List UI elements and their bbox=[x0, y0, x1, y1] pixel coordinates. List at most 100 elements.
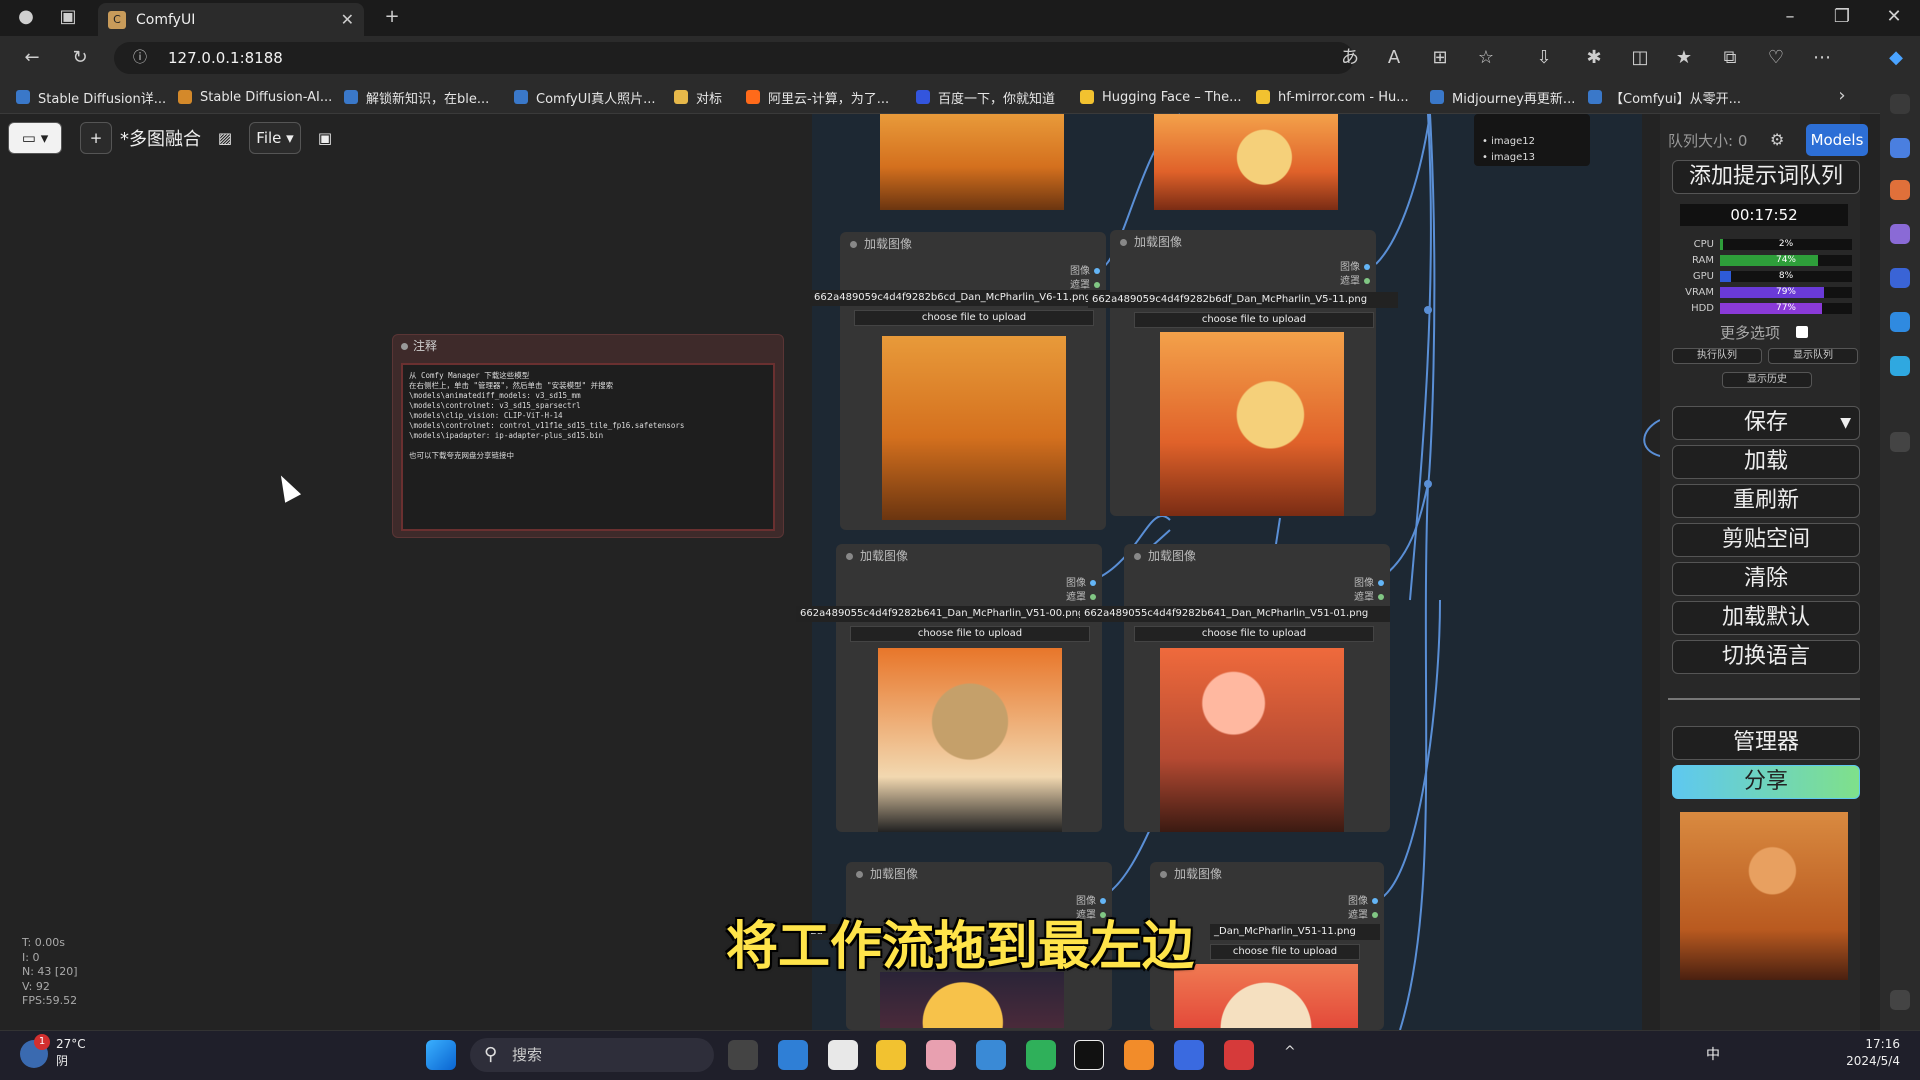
clear-button[interactable]: 清除 bbox=[1672, 562, 1860, 596]
taskbar bbox=[0, 1030, 1920, 1080]
new-workflow-button[interactable]: + bbox=[80, 122, 112, 154]
image-filename-widget[interactable]: 662a489055c4d4f9282b641_Dan_McPharlin_V5… bbox=[796, 606, 1106, 622]
file-explorer-icon[interactable] bbox=[876, 1040, 906, 1070]
load-default-button[interactable]: 加载默认 bbox=[1672, 601, 1860, 635]
list-item[interactable]: • image13 bbox=[1482, 150, 1590, 166]
app-icon[interactable] bbox=[976, 1040, 1006, 1070]
show-queue-button[interactable]: 显示队列 bbox=[1768, 348, 1858, 364]
switch-language-button[interactable]: 切换语言 bbox=[1672, 640, 1860, 674]
notification-badge: 1 bbox=[34, 1034, 50, 1050]
comfy-menubar: ▭ ▾ + *多图融合 ▨ File ▾ ▣ bbox=[8, 122, 341, 154]
upload-button[interactable]: choose file to upload bbox=[854, 310, 1094, 326]
queue-prompt-button[interactable]: 添加提示词队列 bbox=[1672, 160, 1860, 194]
more-options-label: 更多选项 bbox=[1720, 324, 1781, 342]
workflow-title: *多图融合 bbox=[120, 129, 201, 150]
load-image-node[interactable]: 加载图像 图像 遮罩 662a489055c4d4f9282b641_Dan_M… bbox=[796, 544, 1106, 832]
upload-button[interactable]: choose file to upload bbox=[1134, 626, 1374, 642]
monitor-bar: 74% bbox=[1720, 254, 1852, 266]
add-icon[interactable] bbox=[1890, 432, 1910, 452]
canvas-stats: T: 0.00s I: 0 N: 43 [20] V: 92 FPS:59.52 bbox=[22, 936, 78, 1007]
load-image-node[interactable]: 加载图像 图像 遮罩 662a489055c4d4f9282b641_Dan_M… bbox=[1080, 544, 1390, 832]
image-filename-widget[interactable]: 662a489055c4d4f9282b641_Dan_McPharlin_V5… bbox=[1080, 606, 1390, 622]
capcut-icon[interactable] bbox=[1074, 1040, 1104, 1070]
show-history-button[interactable]: 显示历史 bbox=[1722, 372, 1812, 388]
manager-button[interactable]: 管理器 bbox=[1672, 726, 1860, 760]
monitor-hdd: HDD 77% bbox=[1680, 302, 1852, 314]
load-button[interactable]: 加载 bbox=[1672, 445, 1860, 479]
node-title: 加载图像 bbox=[840, 232, 1106, 256]
image-filename-widget[interactable]: 662a489059c4d4f9282b6cd_Dan_McPharlin_V6… bbox=[810, 290, 1120, 306]
monitor-label: HDD bbox=[1691, 302, 1714, 314]
image-preview bbox=[880, 114, 1064, 210]
start-windows-icon[interactable] bbox=[426, 1040, 456, 1070]
taskbar-search[interactable]: 搜索 bbox=[470, 1038, 714, 1072]
app-icon[interactable] bbox=[1124, 1040, 1154, 1070]
refresh-button[interactable]: 重刷新 bbox=[1672, 484, 1860, 518]
output-image[interactable]: 图像 bbox=[1066, 574, 1096, 589]
upload-button[interactable]: choose file to upload bbox=[850, 626, 1090, 642]
monitor-cpu: CPU 2% bbox=[1680, 238, 1852, 250]
models-button[interactable]: Models bbox=[1806, 124, 1868, 156]
output-image[interactable]: 图像 bbox=[1348, 892, 1378, 907]
app-icon[interactable] bbox=[1174, 1040, 1204, 1070]
monitor-label: RAM bbox=[1691, 254, 1714, 266]
image-filename-widget[interactable]: 662a489059c4d4f9282b6df_Dan_McPharlin_V5… bbox=[1088, 292, 1398, 308]
app-icon[interactable] bbox=[1224, 1040, 1254, 1070]
monitor-value: 77% bbox=[1775, 302, 1796, 313]
wechat-icon[interactable] bbox=[1026, 1040, 1056, 1070]
node-title: 加载图像 bbox=[1124, 544, 1390, 568]
note-text[interactable]: 从 Comfy Manager 下载这些模型 在右侧栏上，单击 "管理器"，然后… bbox=[401, 363, 775, 531]
output-image[interactable]: 图像 bbox=[1070, 262, 1100, 277]
clipspace-button[interactable]: 剪贴空间 bbox=[1672, 523, 1860, 557]
store-icon[interactable] bbox=[778, 1040, 808, 1070]
execute-queue-button[interactable]: 执行队列 bbox=[1672, 348, 1762, 364]
share-button[interactable]: 分享 bbox=[1672, 765, 1860, 799]
image-list-node[interactable]: • image12 • image13 bbox=[1474, 114, 1590, 166]
app-icon[interactable] bbox=[926, 1040, 956, 1070]
tray-chevron-icon[interactable]: ^ bbox=[1284, 1044, 1296, 1060]
load-image-node[interactable]: 加载图像 图像 遮罩 662a489059c4d4f9282b6cd_Dan_M… bbox=[810, 232, 1120, 530]
output-image[interactable]: 图像 bbox=[1354, 574, 1384, 589]
output-mask[interactable]: 遮罩 bbox=[1340, 272, 1370, 287]
load-image-node[interactable]: 加载图像 图像 遮罩 662a489059c4d4f9282b6df_Dan_M… bbox=[1088, 230, 1398, 516]
output-mask[interactable]: 遮罩 bbox=[1354, 588, 1384, 603]
sidebar-app-icon[interactable] bbox=[1890, 224, 1910, 244]
screen: ● ▣ C ComfyUI ✕ + – ❐ ✕ ← ↻ 127.0.0.1:81… bbox=[0, 0, 1920, 1080]
save-button[interactable]: 保存 ▼ bbox=[1672, 406, 1860, 440]
workflows-folder-button[interactable]: ▭ ▾ bbox=[8, 122, 62, 154]
upload-button[interactable]: choose file to upload bbox=[1134, 312, 1374, 328]
search-icon[interactable] bbox=[1890, 94, 1910, 114]
ime-indicator[interactable]: 中 bbox=[1706, 1044, 1720, 1064]
output-mask[interactable]: 遮罩 bbox=[1066, 588, 1096, 603]
sidebar-app-icon[interactable] bbox=[1890, 356, 1910, 376]
note-node[interactable]: 注释 从 Comfy Manager 下载这些模型 在右侧栏上，单击 "管理器"… bbox=[392, 334, 784, 538]
image-preview bbox=[1160, 648, 1344, 832]
monitor-label: GPU bbox=[1692, 270, 1714, 282]
more-options-checkbox[interactable] bbox=[1796, 326, 1808, 338]
monitor-bar: 77% bbox=[1720, 302, 1852, 314]
generated-image-thumbnail[interactable] bbox=[1680, 812, 1848, 980]
gear-icon[interactable] bbox=[1890, 990, 1910, 1010]
node-title: 加载图像 bbox=[836, 544, 1102, 568]
outlook-icon[interactable] bbox=[1890, 312, 1910, 332]
weather-widget[interactable]: 27°C 阴 bbox=[56, 1036, 86, 1070]
notepad-icon[interactable] bbox=[828, 1040, 858, 1070]
sidebar-app-icon[interactable] bbox=[1890, 180, 1910, 200]
output-image[interactable]: 图像 bbox=[1340, 258, 1370, 273]
output-mask[interactable]: 遮罩 bbox=[1348, 906, 1378, 921]
task-view-icon[interactable] bbox=[728, 1040, 758, 1070]
image-preview bbox=[880, 972, 1064, 1028]
sidebar-app-icon[interactable] bbox=[1890, 138, 1910, 158]
chevron-down-icon[interactable]: ▼ bbox=[1840, 407, 1851, 439]
browser-sidebar bbox=[1880, 80, 1920, 1030]
taskbar-clock[interactable]: 17:16 2024/5/4 bbox=[1820, 1036, 1900, 1070]
monitor-value: 74% bbox=[1775, 254, 1796, 265]
list-item[interactable]: • image12 bbox=[1482, 134, 1590, 150]
monitor-label: CPU bbox=[1693, 238, 1714, 250]
sidebar-app-icon[interactable] bbox=[1890, 268, 1910, 288]
file-menu-button[interactable]: File ▾ bbox=[249, 122, 301, 154]
output-mask[interactable]: 遮罩 bbox=[1070, 276, 1100, 291]
image-icon[interactable]: ▨ bbox=[209, 122, 241, 154]
save-icon[interactable]: ▣ bbox=[309, 122, 341, 154]
settings-gear-icon[interactable]: ⚙ bbox=[1770, 130, 1784, 149]
